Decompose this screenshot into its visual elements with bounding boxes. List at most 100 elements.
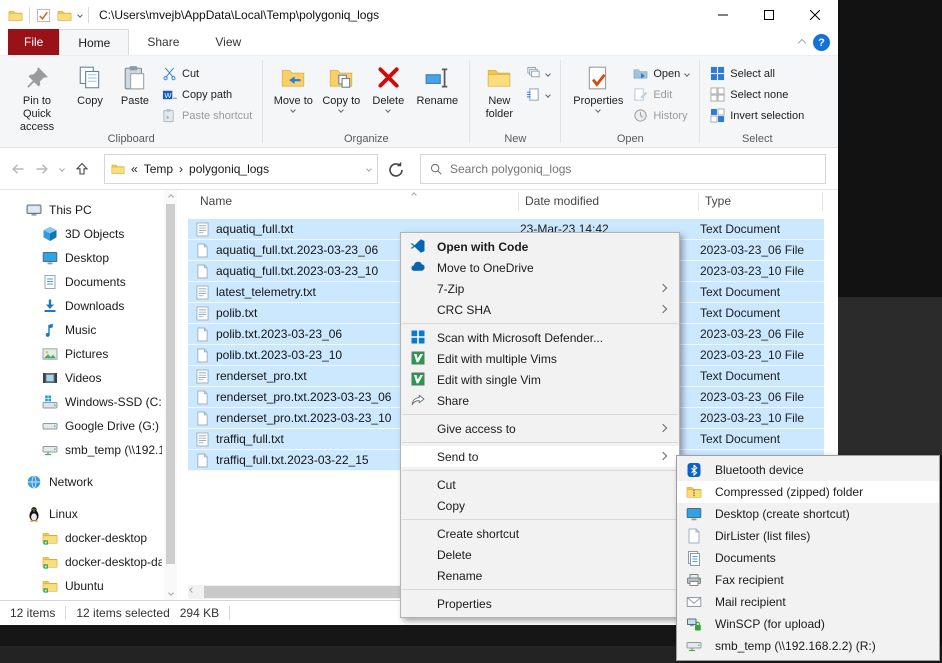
- menu-item-label: Properties: [437, 597, 492, 611]
- paste-button[interactable]: Paste: [112, 60, 158, 111]
- back-button: [6, 155, 30, 183]
- column-header-date-modified[interactable]: Date modified: [525, 194, 599, 208]
- easy-access-button[interactable]: [522, 64, 554, 83]
- menu-item-rename[interactable]: Rename: [401, 565, 679, 586]
- breadcrumb-prefix[interactable]: «: [131, 162, 138, 176]
- properties-button[interactable]: Properties: [567, 60, 629, 115]
- sidebar-item-linux[interactable]: Linux: [0, 502, 162, 526]
- tab-share[interactable]: Share: [129, 29, 197, 55]
- sidebar-item-videos[interactable]: Videos: [0, 366, 162, 390]
- submenu-item-mail-recipient[interactable]: Mail recipient: [677, 591, 939, 613]
- menu-item-7zip[interactable]: 7-Zip: [401, 278, 679, 299]
- column-header-name[interactable]: Name: [200, 194, 232, 208]
- menu-item-give-access-to[interactable]: Give access to: [401, 418, 679, 439]
- sidebar-item-music[interactable]: Music: [0, 318, 162, 342]
- menu-item-delete[interactable]: Delete: [401, 544, 679, 565]
- sidebar-item-google-drive[interactable]: Google Drive (G:): [0, 414, 162, 438]
- refresh-button[interactable]: [386, 160, 406, 180]
- breadcrumb-temp[interactable]: Temp: [144, 162, 173, 176]
- scroll-down-icon[interactable]: [167, 589, 175, 597]
- help-icon[interactable]: ?: [813, 34, 830, 51]
- copy-to-button[interactable]: Copy to: [317, 60, 365, 115]
- menu-item-share[interactable]: Share: [401, 390, 679, 411]
- pin-to-quick-access-button[interactable]: Pin to Quick access: [6, 60, 68, 137]
- submenu-item-fax-recipient[interactable]: Fax recipient: [677, 569, 939, 591]
- submenu-item-winscp[interactable]: WinSCP (for upload): [677, 613, 939, 635]
- file-type: Text Document: [700, 306, 824, 320]
- sidebar-item-downloads[interactable]: Downloads: [0, 294, 162, 318]
- sidebar-item-this-pc[interactable]: This PC: [0, 198, 162, 222]
- submenu-item-dirlister[interactable]: DirLister (list files): [677, 525, 939, 547]
- delete-button[interactable]: Delete: [365, 60, 411, 115]
- qat-dropdown-icon[interactable]: [77, 12, 83, 18]
- breadcrumb-folder[interactable]: polygoniq_logs: [189, 162, 269, 176]
- rename-button[interactable]: Rename: [411, 60, 463, 111]
- scrollbar-thumb[interactable]: [166, 204, 175, 564]
- sidebar-scrollbar[interactable]: [164, 190, 177, 600]
- document-icon: [42, 274, 58, 290]
- sidebar-item-pictures[interactable]: Pictures: [0, 342, 162, 366]
- copy-path-button[interactable]: W Copy path: [158, 85, 256, 104]
- select-all-button[interactable]: Select all: [706, 64, 808, 83]
- menu-item-send-to[interactable]: Send to: [401, 446, 679, 467]
- invert-selection-button[interactable]: Invert selection: [706, 106, 808, 125]
- submenu-item-documents[interactable]: Documents: [677, 547, 939, 569]
- move-to-button[interactable]: Move to: [269, 60, 317, 115]
- forward-button: [30, 155, 54, 183]
- menu-item-crc-sha[interactable]: CRC SHA: [401, 299, 679, 320]
- address-bar[interactable]: « Temp › polygoniq_logs: [104, 154, 378, 184]
- collapse-ribbon-icon[interactable]: [798, 38, 806, 46]
- open-button[interactable]: Open: [629, 64, 693, 83]
- submenu-item-compressed-zipped-folder[interactable]: Compressed (zipped) folder: [677, 481, 939, 503]
- menu-item-properties[interactable]: Properties: [401, 593, 679, 614]
- sidebar-item-docker-desktop-data[interactable]: docker-desktop-dat: [0, 550, 162, 574]
- sidebar-item-ubuntu[interactable]: Ubuntu: [0, 574, 162, 598]
- submenu-item-desktop-create-shortcut[interactable]: Desktop (create shortcut): [677, 503, 939, 525]
- column-header-type[interactable]: Type: [705, 194, 731, 208]
- menu-item-open-with-code[interactable]: Open with Code: [401, 236, 679, 257]
- menu-item-edit-with-single-vim[interactable]: Edit with single Vim: [401, 369, 679, 390]
- menu-item-scan-with-defender[interactable]: Scan with Microsoft Defender...: [401, 327, 679, 348]
- up-button[interactable]: [70, 155, 94, 183]
- copy-button[interactable]: Copy: [68, 60, 112, 111]
- tab-home[interactable]: Home: [59, 29, 129, 55]
- text-document-icon: [196, 222, 209, 237]
- submenu-item-bluetooth-device[interactable]: Bluetooth device: [677, 459, 939, 481]
- column-divider[interactable]: [822, 193, 823, 211]
- menu-item-create-shortcut[interactable]: Create shortcut: [401, 523, 679, 544]
- properties-check-icon[interactable]: [36, 8, 51, 23]
- menu-item-move-to-onedrive[interactable]: Move to OneDrive: [401, 257, 679, 278]
- menu-item-edit-with-multiple-vims[interactable]: Edit with multiple Vims: [401, 348, 679, 369]
- sidebar-item-documents[interactable]: Documents: [0, 270, 162, 294]
- submenu-arrow-icon: [659, 424, 667, 432]
- close-button[interactable]: [792, 0, 838, 30]
- sidebar-item-docker-desktop[interactable]: docker-desktop: [0, 526, 162, 550]
- cube-icon: [42, 226, 58, 242]
- menu-item-cut[interactable]: Cut: [401, 474, 679, 495]
- menu-item-copy[interactable]: Copy: [401, 495, 679, 516]
- address-dropdown-icon[interactable]: [366, 166, 372, 172]
- search-input[interactable]: [450, 162, 817, 176]
- select-none-button[interactable]: Select none: [706, 85, 808, 104]
- new-folder-qat-icon[interactable]: [57, 8, 72, 23]
- new-item-button[interactable]: [522, 85, 554, 104]
- maximize-button[interactable]: [746, 0, 792, 30]
- sidebar-item-smb-temp[interactable]: smb_temp (\\192.16: [0, 438, 162, 462]
- tab-view[interactable]: View: [197, 29, 259, 55]
- sidebar-item-windows-ssd[interactable]: Windows-SSD (C:): [0, 390, 162, 414]
- sidebar-item-network[interactable]: Network: [0, 470, 162, 494]
- minimize-button[interactable]: [700, 0, 746, 30]
- column-divider[interactable]: [518, 193, 519, 211]
- scroll-up-icon[interactable]: [167, 193, 175, 201]
- sidebar-item-3d-objects[interactable]: 3D Objects: [0, 222, 162, 246]
- column-divider[interactable]: [698, 193, 699, 211]
- chevron-down-icon: [684, 71, 690, 77]
- new-folder-button[interactable]: New folder: [476, 60, 522, 124]
- tab-file[interactable]: File: [8, 29, 59, 55]
- submenu-item-smb-temp-drive[interactable]: smb_temp (\\192.168.2.2) (R:): [677, 635, 939, 657]
- search-box[interactable]: [420, 154, 826, 184]
- cut-button[interactable]: Cut: [158, 64, 256, 83]
- sidebar-item-desktop[interactable]: Desktop: [0, 246, 162, 270]
- scroll-left-icon[interactable]: [189, 587, 195, 593]
- recent-locations-dropdown[interactable]: [54, 155, 70, 183]
